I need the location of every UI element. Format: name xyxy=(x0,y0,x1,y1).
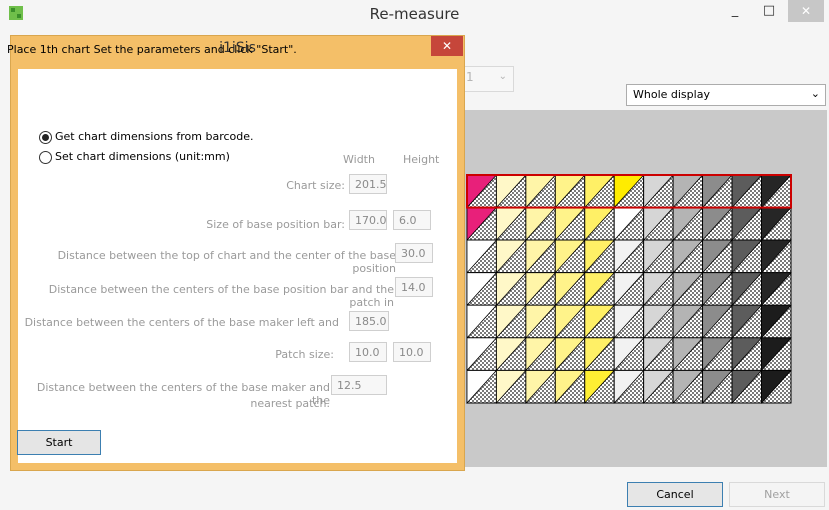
column-header-height: Height xyxy=(403,153,440,166)
base-bar-width-field: 170.0 xyxy=(349,210,387,230)
patch-height-field: 10.0 xyxy=(393,342,431,362)
maker-to-patch-field: 12.5 xyxy=(331,375,387,395)
column-header-width: Width xyxy=(343,153,375,166)
chevron-down-icon: ⌄ xyxy=(810,87,820,100)
base-bar-height-field: 6.0 xyxy=(393,210,431,230)
chart-preview-grid xyxy=(466,174,792,404)
radio-manual-label: Set chart dimensions (unit:mm) xyxy=(55,150,230,163)
start-button[interactable]: Start xyxy=(17,430,101,455)
radio-barcode-label: Get chart dimensions from barcode. xyxy=(55,130,254,143)
chart-size-label: Chart size: xyxy=(286,179,345,192)
display-mode-value: Whole display xyxy=(633,88,710,101)
window-title: Re-measure xyxy=(369,5,460,23)
top-to-base-center-field: 30.0 xyxy=(395,243,433,263)
dialog-close-button[interactable]: ✕ xyxy=(431,36,463,56)
base-bar-to-patch-label: Distance between the centers of the base… xyxy=(48,283,394,309)
radio-selected-dot xyxy=(42,134,49,141)
dimension-select-value: 1 xyxy=(466,70,474,84)
base-bar-size-label: Size of base position bar: xyxy=(206,218,345,231)
patch-size-label: Patch size: xyxy=(275,348,334,361)
main-titlebar: Re-measure _ □ ✕ xyxy=(0,0,829,34)
instruction-text: Place 1th chart Set the parameters and c… xyxy=(7,43,297,56)
radio-manual[interactable] xyxy=(39,151,52,164)
top-to-base-center-label: Distance between the top of chart and th… xyxy=(57,249,396,275)
chevron-down-icon: ⌄ xyxy=(498,71,507,82)
maker-to-patch-label-line2: nearest patch. xyxy=(250,397,330,410)
maximize-button[interactable]: □ xyxy=(754,0,784,22)
cancel-button[interactable]: Cancel xyxy=(627,482,723,507)
chart-size-width-field: 201.5 xyxy=(349,174,387,194)
close-button[interactable]: ✕ xyxy=(788,0,824,22)
dimension-select[interactable]: 1 ⌄ xyxy=(460,66,514,92)
minimize-button[interactable]: _ xyxy=(720,0,750,22)
patch-width-field: 10.0 xyxy=(349,342,387,362)
base-bar-to-patch-field: 14.0 xyxy=(395,277,433,297)
display-mode-select[interactable]: Whole display ⌄ xyxy=(626,84,826,106)
next-button: Next xyxy=(729,482,825,507)
radio-barcode[interactable] xyxy=(39,131,52,144)
base-maker-left-label: Distance between the centers of the base… xyxy=(24,316,339,329)
base-maker-left-field: 185.0 xyxy=(349,311,389,331)
